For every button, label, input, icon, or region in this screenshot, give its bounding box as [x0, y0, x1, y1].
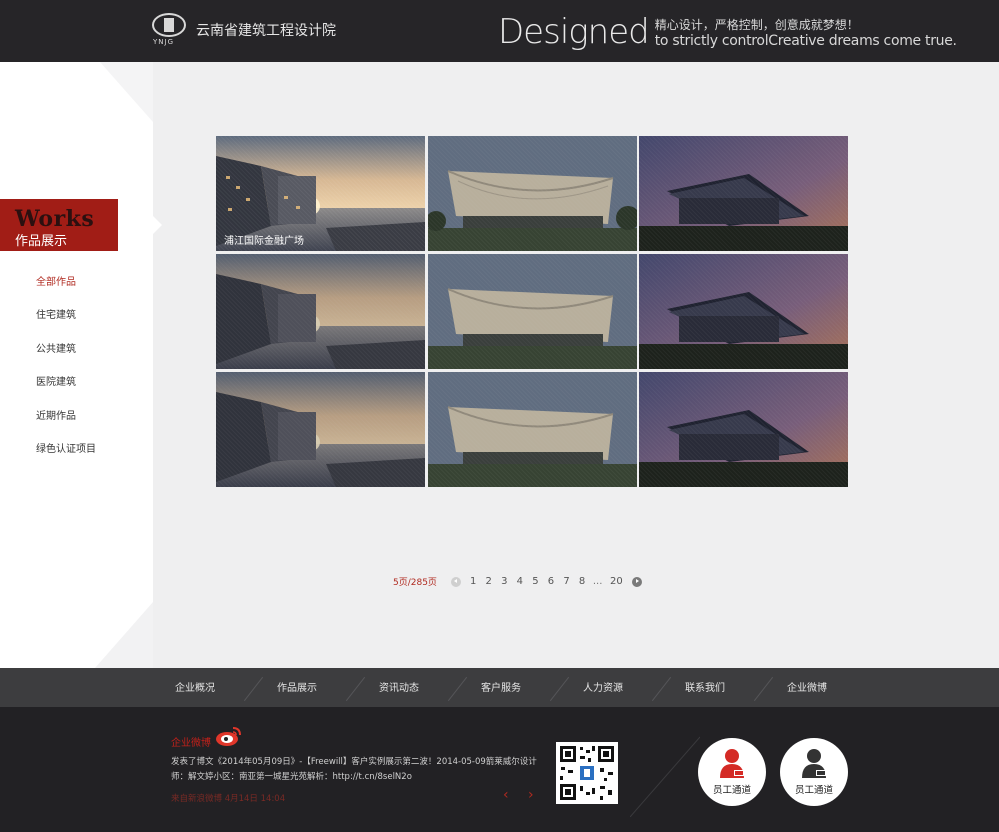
footer-nav-label: 人力资源 — [583, 683, 623, 694]
work-tile[interactable] — [427, 136, 637, 251]
weibo-prev-button[interactable]: ‹ — [503, 787, 509, 803]
logo-sub: YNJG — [153, 38, 175, 46]
section-title-box: Works 作品展示 — [0, 199, 118, 251]
menu-item-green[interactable]: 绿色认证项目 — [0, 433, 153, 466]
page-link-6[interactable]: 6 — [548, 576, 554, 587]
slogan-cn: 精心设计，严格控制，创意成就梦想！ — [654, 18, 859, 32]
weibo-icon[interactable] — [215, 725, 243, 747]
active-pointer-icon — [153, 216, 162, 234]
header: YNJG 云南省建筑工程设计院 Designed 精心设计，严格控制，创意成就梦… — [0, 0, 999, 62]
pagination: 5页/285页 1 2 3 4 5 6 7 8 ... 20 — [393, 575, 642, 588]
footer: 企业微博 发表了博文《2014年05月09日》-【Freewill】客户实例展示… — [0, 707, 999, 832]
works-gallery: 浦江国际金融广场 — [216, 136, 848, 489]
work-tile[interactable] — [427, 372, 637, 487]
sidebar: Works 作品展示 全部作品 住宅建筑 公共建筑 医院建筑 近期作品 绿色认证… — [0, 62, 153, 668]
footer-nav-works[interactable]: 作品展示 — [246, 668, 366, 707]
work-tile[interactable] — [639, 136, 848, 251]
page-link-2[interactable]: 2 — [486, 576, 492, 587]
weibo-title: 企业微博 — [171, 738, 211, 749]
page-link-5[interactable]: 5 — [532, 576, 538, 587]
tile-caption: 浦江国际金融广场 — [224, 236, 304, 247]
slogan-title: Designed — [498, 12, 650, 52]
page-info: 5页/285页 — [393, 578, 437, 588]
footer-nav-contact[interactable]: 联系我们 — [654, 668, 774, 707]
section-title-cn: 作品展示 — [15, 234, 68, 249]
page: YNJG 云南省建筑工程设计院 Designed 精心设计，严格控制，创意成就梦… — [0, 0, 999, 832]
page-link-1[interactable]: 1 — [470, 576, 476, 587]
footer-nav-label: 资讯动态 — [379, 683, 419, 694]
staff-dark-icon — [802, 749, 826, 778]
staff-portal-label: 员工通道 — [712, 785, 751, 796]
page-link-3[interactable]: 3 — [501, 576, 507, 587]
footer-nav-about[interactable]: 企业概况 — [144, 668, 264, 707]
work-tile[interactable] — [639, 254, 848, 369]
qr-code-icon — [556, 742, 618, 804]
work-tile[interactable] — [427, 254, 637, 369]
next-page-icon[interactable] — [631, 576, 642, 587]
page-link-4[interactable]: 4 — [517, 576, 523, 587]
menu-item-public[interactable]: 公共建筑 — [0, 333, 153, 366]
menu-item-recent[interactable]: 近期作品 — [0, 400, 153, 433]
slogan-en: to strictly controlCreative dreams come … — [654, 33, 957, 49]
footer-nav-weibo[interactable]: 企业微博 — [756, 668, 858, 707]
footer-nav: 企业概况 作品展示 资讯动态 客户服务 人力资源 联系我们 企业微博 — [0, 668, 999, 707]
menu-item-hospital[interactable]: 医院建筑 — [0, 366, 153, 399]
footer-nav-label: 作品展示 — [277, 683, 317, 694]
footer-nav-service[interactable]: 客户服务 — [450, 668, 570, 707]
footer-nav-news[interactable]: 资讯动态 — [348, 668, 468, 707]
page-link-8[interactable]: 8 — [579, 576, 585, 587]
footer-nav-label: 企业微博 — [787, 683, 827, 694]
weibo-post-text[interactable]: 发表了博文《2014年05月09日》-【Freewill】客户实例展示第二波！2… — [171, 755, 541, 785]
footer-decoration — [630, 736, 700, 817]
weibo-post-meta: 来自新浪微博 4月14日 14:04 — [171, 794, 286, 804]
section-title-en: Works — [15, 206, 95, 232]
prev-page-icon[interactable] — [450, 576, 461, 587]
menu-item-all[interactable]: 全部作品 — [0, 266, 153, 299]
footer-nav-hr[interactable]: 人力资源 — [552, 668, 672, 707]
category-menu: 全部作品 住宅建筑 公共建筑 医院建筑 近期作品 绿色认证项目 — [0, 266, 153, 466]
work-tile[interactable] — [216, 254, 425, 369]
weibo-next-button[interactable]: › — [528, 787, 534, 803]
logo[interactable]: YNJG 云南省建筑工程设计院 — [150, 12, 336, 48]
footer-nav-label: 联系我们 — [685, 683, 725, 694]
staff-portal-button-alt[interactable]: 员工通道 — [780, 738, 848, 806]
footer-nav-label: 客户服务 — [481, 683, 521, 694]
work-tile[interactable] — [216, 372, 425, 487]
work-tile[interactable] — [639, 372, 848, 487]
page-link-last[interactable]: 20 — [610, 576, 623, 587]
staff-portal-label: 员工通道 — [794, 785, 833, 796]
slogan: Designed 精心设计，严格控制，创意成就梦想！ to strictly c… — [498, 12, 957, 52]
logo-emblem-icon: YNJG — [150, 12, 188, 48]
page-ellipsis: ... — [592, 576, 603, 587]
footer-nav-label: 企业概况 — [175, 683, 215, 694]
staff-red-icon — [720, 749, 744, 778]
logo-text: 云南省建筑工程设计院 — [196, 23, 336, 39]
menu-item-residential[interactable]: 住宅建筑 — [0, 299, 153, 332]
page-link-7[interactable]: 7 — [563, 576, 569, 587]
work-tile[interactable]: 浦江国际金融广场 — [216, 136, 425, 251]
staff-portal-button[interactable]: 员工通道 — [698, 738, 766, 806]
